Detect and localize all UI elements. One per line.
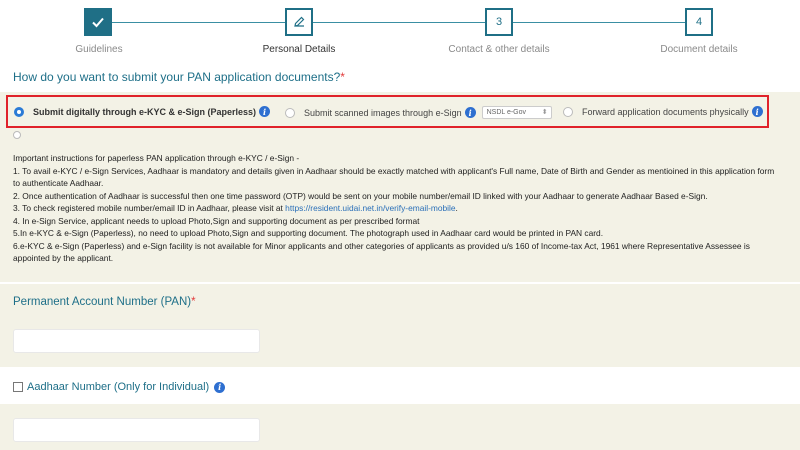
radio-button[interactable] [13,131,21,139]
chevron-updown-icon: ⬍ [541,109,548,116]
aadhaar-label: Aadhaar Number (Only for Individual) [27,381,210,393]
step-connector [513,22,685,23]
radio-physical[interactable] [563,106,573,117]
info-icon[interactable]: i [464,107,476,118]
step-label-guidelines: Guidelines [75,44,123,55]
required-mark: * [340,70,345,84]
step-label-document-details: Document details [660,44,738,55]
aadhaar-checkbox[interactable] [13,382,23,392]
step-connector [112,22,285,23]
option-scanned-esign[interactable]: Submit scanned images through e-Sign i N… [285,106,552,119]
submission-question: How do you want to submit your PAN appli… [13,70,345,84]
step-label-personal-details: Personal Details [262,44,336,55]
info-icon[interactable]: i [259,106,271,117]
info-icon[interactable]: i [214,381,226,393]
pan-input[interactable] [13,329,260,353]
option-scanned-label: Submit scanned images through e-Sign [304,107,462,118]
instruction-item: 6.e-KYC & e-Sign (Paperless) and e-Sign … [13,240,750,264]
aadhaar-row: Aadhaar Number (Only for Individual) i [13,381,226,393]
submission-options-group: Submit digitally through e-KYC & e-Sign … [6,95,769,128]
instructions-heading: Important instructions for paperless PAN… [13,153,300,163]
required-mark: * [191,296,196,308]
option-ekyc-label: Submit digitally through e-KYC & e-Sign … [33,106,257,117]
step-label-contact-details: Contact & other details [448,44,550,55]
instruction-item: 5.In e-KYC & e-Sign (Paperless), no need… [13,228,604,238]
uidai-verify-link[interactable]: https://resident.uidai.net.in/verify-ema… [285,203,455,213]
step-contact-details[interactable]: 3 [485,8,513,36]
option-physical-label: Forward application documents physically [582,106,749,117]
radio-scanned-esign[interactable] [285,107,295,118]
instruction-item: 1. To avail e-KYC / e-Sign Services, Aad… [13,165,775,189]
option-ekyc-esign[interactable]: Submit digitally through e-KYC & e-Sign … [14,106,271,117]
instructions-block: Important instructions for paperless PAN… [13,152,783,265]
step-guidelines[interactable] [84,8,112,36]
pan-label: Permanent Account Number (PAN)* [13,296,196,308]
info-icon[interactable]: i [751,106,763,117]
step-document-details[interactable]: 4 [685,8,713,36]
instruction-item: 2. Once authentication of Aadhaar is suc… [13,190,708,201]
step-personal-details[interactable] [285,8,313,36]
aadhaar-input[interactable] [13,418,260,442]
instruction-item: 3. To check registered mobile number/ema… [13,203,458,213]
pencil-icon [294,16,305,27]
step-connector [313,22,485,23]
esign-provider-select[interactable]: NSDL e-Gov ⬍ [481,106,552,119]
option-physical[interactable]: Forward application documents physically… [563,106,763,117]
instruction-item: 4. In e-Sign Service, applicant needs to… [13,215,420,226]
checkmark-icon [92,17,104,28]
progress-stepper: 3 4 Guidelines Personal Details Contact … [0,0,800,62]
radio-ekyc-esign[interactable] [14,106,24,117]
